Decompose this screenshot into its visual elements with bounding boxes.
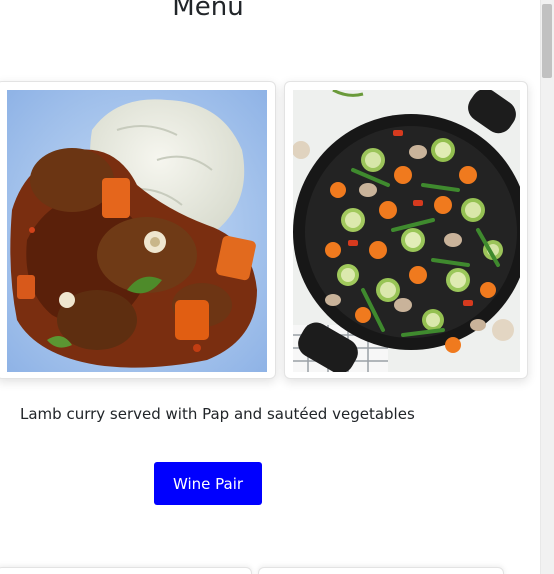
dish-image-card-sauteed-vegetables: [284, 81, 528, 379]
dish-image-card-lamb-curry: [0, 81, 276, 379]
wine-pair-button[interactable]: Wine Pair: [154, 462, 262, 505]
next-dish-card-left: [0, 567, 252, 574]
sauteed-vegetables-photo: [293, 90, 520, 372]
page-content: Menu Lamb curry served with Pap and saut…: [0, 0, 540, 574]
scrollbar-thumb[interactable]: [542, 4, 552, 78]
dish-description: Lamb curry served with Pap and sautéed v…: [20, 405, 415, 423]
vertical-scrollbar[interactable]: [540, 0, 554, 574]
page-title: Menu: [172, 0, 244, 22]
lamb-curry-photo: [7, 90, 267, 372]
browser-viewport: Menu Lamb curry served with Pap and saut…: [0, 0, 554, 574]
next-dish-card-right: [258, 567, 504, 574]
